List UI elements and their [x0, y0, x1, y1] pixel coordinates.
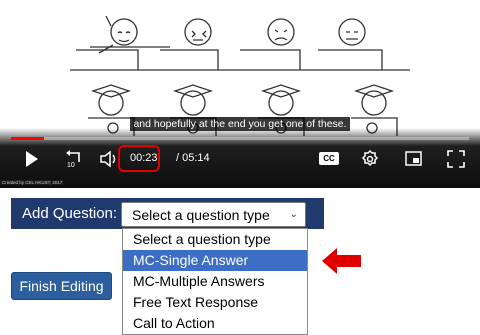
video-progress-bar[interactable]: [11, 137, 469, 140]
video-credit: Created by CEL HKUST, 2017: [0, 180, 65, 185]
question-type-select[interactable]: Select a question type ⌄: [121, 202, 306, 227]
total-time: / 05:14: [176, 152, 210, 164]
add-question-label: Add Question:: [22, 205, 118, 222]
question-type-option[interactable]: Free Text Response: [123, 292, 307, 313]
current-time: 00:23: [130, 152, 158, 164]
question-type-option[interactable]: Call to Action: [123, 313, 307, 334]
volume-icon: [100, 150, 116, 168]
question-type-option[interactable]: MC-Single Answer: [123, 250, 307, 271]
question-type-dropdown[interactable]: Select a question type MC-Single Answer MC…: [122, 228, 308, 335]
gear-icon: [361, 150, 379, 167]
play-button[interactable]: [25, 150, 39, 168]
rewind-10-button[interactable]: 10: [64, 150, 82, 168]
captions-button[interactable]: CC: [319, 152, 339, 165]
question-type-option[interactable]: MC-Multiple Answers: [123, 271, 307, 292]
volume-button[interactable]: [100, 150, 120, 168]
fullscreen-icon: [447, 150, 465, 168]
finish-editing-button[interactable]: Finish Editing: [11, 272, 112, 300]
chevron-down-icon: ⌄: [289, 209, 298, 220]
picture-in-picture-button[interactable]: [405, 150, 423, 168]
question-type-option[interactable]: Select a question type: [123, 229, 307, 250]
settings-button[interactable]: [361, 150, 379, 168]
video-progress-fill: [11, 137, 45, 140]
red-pointer-arrow-icon: [322, 248, 361, 274]
rewind-10-icon: 10: [66, 150, 80, 168]
video-player[interactable]: and hopefully at the end you get one of …: [0, 0, 480, 188]
play-icon: [26, 151, 38, 167]
question-type-selected-value: Select a question type: [132, 207, 270, 223]
picture-in-picture-icon: [405, 151, 422, 166]
fullscreen-button[interactable]: [447, 150, 465, 168]
svg-text:10: 10: [67, 162, 75, 168]
